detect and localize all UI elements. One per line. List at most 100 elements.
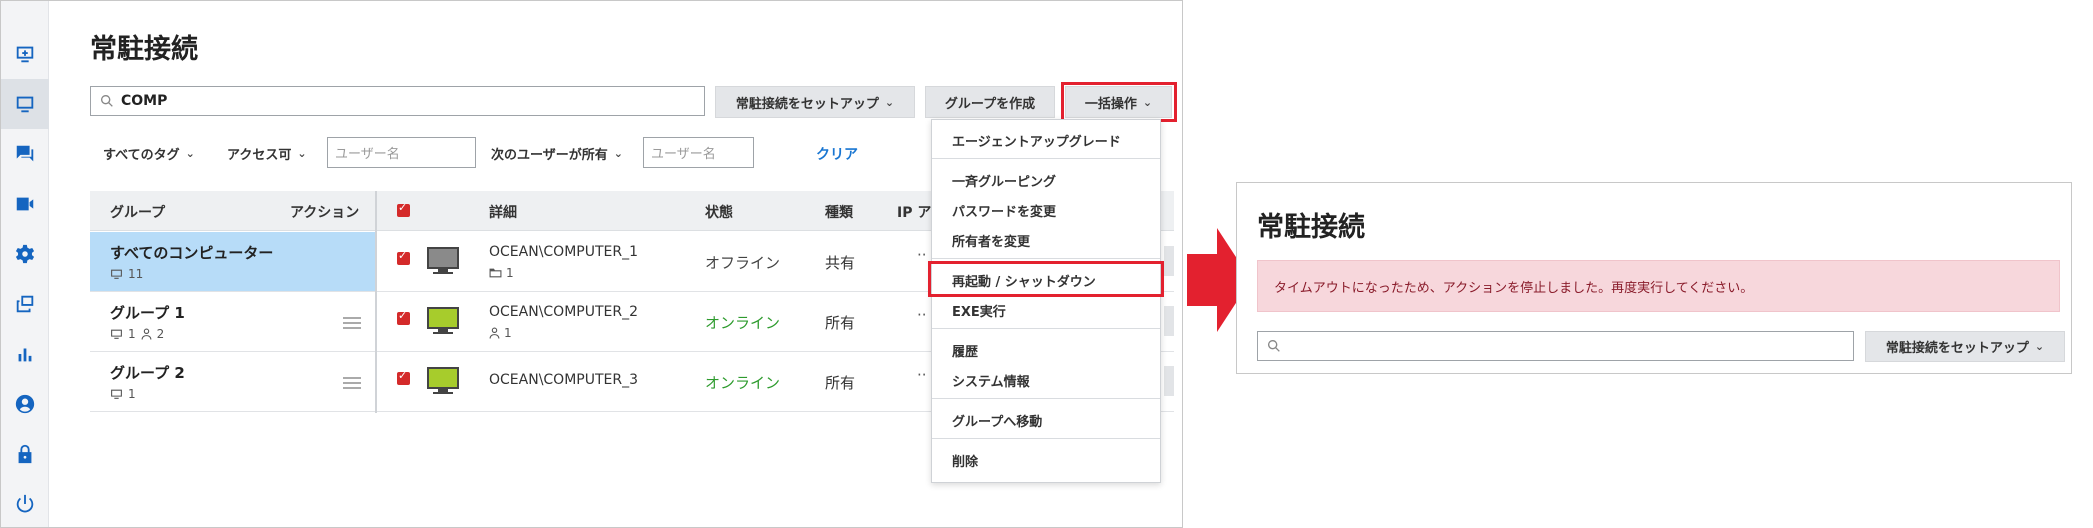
sidebar (1, 1, 49, 527)
ip-truncated: ·· (917, 366, 927, 384)
page-title: 常駐接続 (1257, 212, 1365, 243)
chevron-down-icon: ⌄ (613, 147, 623, 160)
groups-header: グループ アクション (90, 191, 375, 231)
group-name: グループ 2 (110, 364, 185, 382)
owner-filter[interactable]: 次のユーザーが所有 ⌄ (491, 144, 623, 163)
copy-icon[interactable] (1, 279, 49, 329)
computer-kind: 共有 (825, 254, 856, 272)
computer-state: オフライン (705, 254, 781, 272)
menu-item-change-owner[interactable]: 所有者を変更 (952, 231, 1030, 250)
menu-divider (932, 398, 1160, 399)
group-meta: 1 2 (110, 327, 164, 341)
chevron-down-icon: ⌄ (185, 147, 195, 160)
chevron-down-icon: ⌄ (297, 147, 307, 160)
add-screen-icon[interactable] (1, 29, 49, 79)
menu-divider (932, 438, 1160, 439)
menu-divider (932, 328, 1160, 329)
owner-name-field[interactable]: ユーザー名 (643, 137, 754, 168)
group-row-1[interactable]: グループ 1 1 2 (90, 292, 375, 352)
row-action-edge (1164, 366, 1174, 396)
chart-icon[interactable] (1, 329, 49, 379)
monitor-icon (111, 329, 122, 339)
select-all-checkbox[interactable] (397, 201, 410, 217)
computer-state: オンライン (705, 374, 781, 392)
menu-item-history[interactable]: 履歴 (952, 341, 978, 360)
user-name-placeholder: ユーザー名 (335, 147, 400, 162)
row-checkbox[interactable] (397, 249, 410, 265)
menu-item-change-password[interactable]: パスワードを変更 (952, 201, 1056, 220)
computer-meta-count: 1 (504, 326, 512, 340)
row-action-edge (1164, 246, 1174, 276)
video-icon[interactable] (1, 179, 49, 229)
tags-filter[interactable]: すべてのタグ ⌄ (103, 144, 195, 163)
search-input[interactable] (1257, 331, 1854, 361)
row-checkbox[interactable] (397, 309, 410, 325)
alert-message: タイムアウトになったため、アクションを停止しました。再度実行してください。 (1274, 280, 1754, 296)
group-row-all[interactable]: すべてのコンピューター 11 (90, 232, 375, 292)
row-action-edge (1164, 306, 1174, 336)
clear-link[interactable]: クリア (816, 144, 858, 164)
group-computer-count: 1 (128, 327, 136, 341)
power-icon[interactable] (1, 479, 49, 527)
access-filter-label: アクセス可 (227, 148, 292, 163)
owner-filter-label: 次のユーザーが所有 (491, 148, 608, 163)
highlight-bulk-action (1061, 82, 1177, 122)
monitor-icon[interactable] (1, 79, 49, 129)
access-filter[interactable]: アクセス可 ⌄ (227, 144, 307, 163)
group-meta: 1 (110, 387, 136, 401)
menu-divider (932, 258, 1160, 259)
chevron-down-icon: ⌄ (2034, 340, 2045, 353)
search-icon (101, 95, 113, 107)
search-value: COMP (121, 93, 168, 109)
computer-kind: 所有 (825, 374, 856, 392)
setup-button-label: 常駐接続をセットアップ (735, 96, 879, 112)
menu-divider (932, 158, 1160, 159)
group-menu-icon[interactable] (343, 377, 361, 389)
search-input[interactable]: COMP (90, 86, 705, 116)
setup-button[interactable]: 常駐接続をセットアップ ⌄ (1865, 331, 2065, 362)
ip-truncated: ·· (917, 246, 927, 264)
group-user-count: 2 (156, 327, 165, 341)
user-icon[interactable] (1, 379, 49, 429)
computer-name: OCEAN\COMPUTER_2 (489, 304, 639, 320)
folder-icon (489, 268, 502, 278)
menu-item-system-info[interactable]: システム情報 (952, 371, 1030, 390)
computer-monitor-icon (427, 307, 459, 334)
page-title: 常駐接続 (90, 34, 198, 65)
menu-item-move-to-group[interactable]: グループへ移動 (952, 411, 1042, 430)
lock-icon[interactable] (1, 429, 49, 479)
group-name: グループ 1 (110, 304, 185, 322)
menu-item-exe-run[interactable]: EXE実行 (952, 301, 1006, 320)
owner-name-placeholder: ユーザー名 (651, 147, 716, 162)
group-meta: 11 (110, 267, 143, 281)
row-checkbox[interactable] (397, 369, 410, 385)
computer-name: OCEAN\COMPUTER_1 (489, 244, 639, 260)
ip-header: IP ア (897, 205, 932, 221)
monitor-icon (111, 389, 122, 399)
groups-header-label: グループ (110, 205, 166, 221)
user-name-field[interactable]: ユーザー名 (327, 137, 476, 168)
details-header: 詳細 (489, 205, 517, 221)
chat-icon[interactable] (1, 129, 49, 179)
action-header-label: アクション (290, 205, 360, 221)
group-computer-count: 1 (128, 387, 136, 401)
group-menu-icon[interactable] (343, 317, 361, 329)
menu-item-bulk-grouping[interactable]: 一斉グルーピング (952, 171, 1056, 190)
setup-button[interactable]: 常駐接続をセットアップ ⌄ (715, 86, 915, 118)
computer-meta: 1 (489, 266, 514, 280)
highlight-restart-shutdown (928, 261, 1164, 297)
monitor-icon (111, 269, 122, 279)
gear-icon[interactable] (1, 229, 49, 279)
computer-monitor-icon (427, 367, 459, 394)
bulk-action-menu: エージェントアップグレード 一斉グルーピング パスワードを変更 所有者を変更 再… (928, 119, 1164, 483)
search-icon (1268, 340, 1280, 352)
tags-filter-label: すべてのタグ (103, 148, 180, 163)
group-name: すべてのコンピューター (110, 244, 274, 262)
computer-state: オンライン (705, 314, 781, 332)
group-row-2[interactable]: グループ 2 1 (90, 352, 375, 412)
menu-item-delete[interactable]: 削除 (952, 451, 978, 470)
group-computer-count: 11 (128, 267, 144, 281)
computer-monitor-icon (427, 247, 459, 274)
create-group-button[interactable]: グループを作成 (925, 86, 1055, 118)
menu-item-agent-upgrade[interactable]: エージェントアップグレード (952, 131, 1121, 150)
